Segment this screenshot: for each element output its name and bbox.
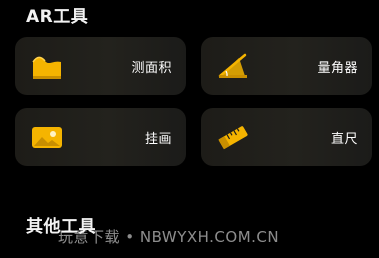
picture-hanging-icon (31, 123, 63, 151)
protractor-icon (217, 52, 249, 80)
measure-area-label: 测面积 (131, 61, 172, 76)
protractor-label: 量角器 (317, 61, 358, 76)
picture-hanging-label: 挂画 (144, 132, 172, 147)
ar-tools-title: AR工具 (26, 7, 89, 27)
ruler-icon (217, 123, 249, 151)
measure-area-tile[interactable]: 测面积 (15, 37, 186, 95)
area-measure-icon (31, 52, 63, 80)
picture-hanging-tile[interactable]: 挂画 (15, 108, 186, 166)
ruler-tile[interactable]: 直尺 (201, 108, 372, 166)
ruler-label: 直尺 (330, 132, 358, 147)
watermark-text: 玩意下载 • NBWYXH.COM.CN (58, 228, 280, 246)
protractor-tile[interactable]: 量角器 (201, 37, 372, 95)
